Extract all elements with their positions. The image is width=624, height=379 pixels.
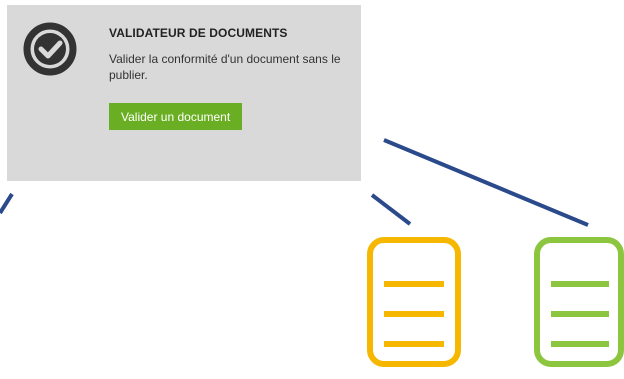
document-validator-card: VALIDATEUR DE DOCUMENTS Valider la confo… [7,5,361,181]
connector-line-right [383,138,589,227]
document-icon-green [534,237,624,367]
check-circle-icon [23,22,77,76]
card-title: VALIDATEUR DE DOCUMENTS [109,26,288,40]
connector-line-middle [370,193,412,226]
validate-document-button[interactable]: Valider un document [109,103,243,130]
connector-line-left [0,192,14,215]
document-icon-yellow [367,237,461,367]
page: VALIDATEUR DE DOCUMENTS Valider la confo… [0,0,624,379]
card-description: Valider la conformité d'un document sans… [109,52,341,82]
